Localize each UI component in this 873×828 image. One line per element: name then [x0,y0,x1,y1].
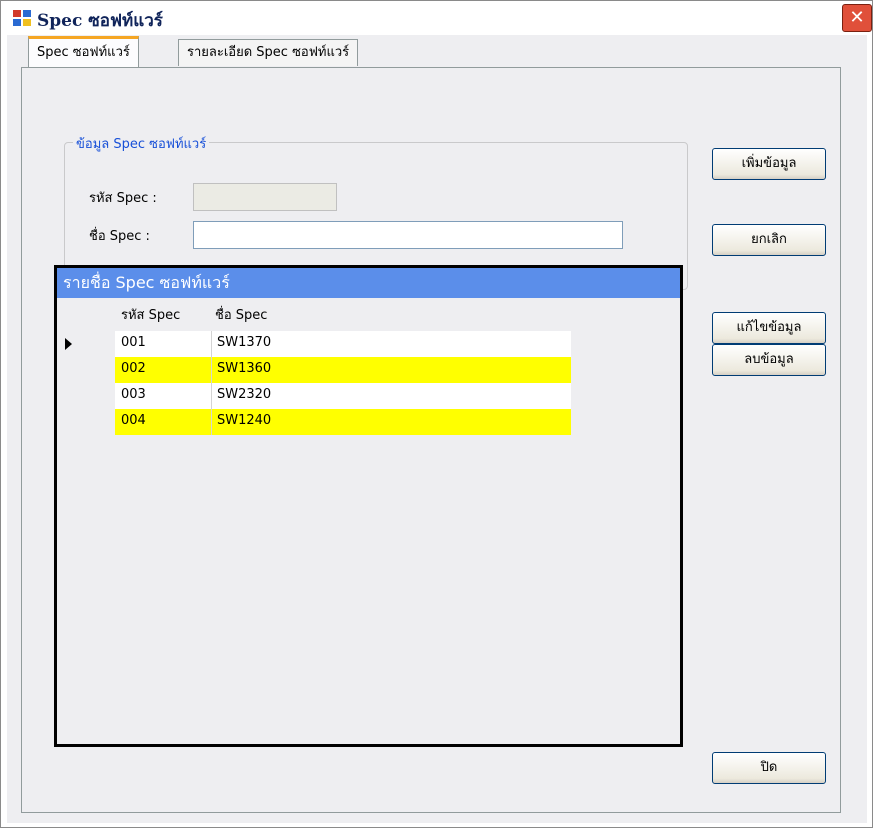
table-row[interactable]: 001 SW1370 [115,331,571,357]
spec-code-field [193,183,337,211]
close-window-button[interactable]: ✕ [842,4,872,32]
close-icon: ✕ [849,7,865,28]
spec-name-field[interactable] [193,221,623,249]
row-name-cell: SW1240 [217,413,272,428]
add-button[interactable]: เพิ่มข้อมูล [712,148,826,180]
spec-software-window: Spec ซอฟท์แวร์ ✕ Spec ซอฟท์แวร์ รายละเอี… [0,0,873,828]
tab-spec-software-details[interactable]: รายละเอียด Spec ซอฟท์แวร์ [178,39,359,66]
column-header-name[interactable]: ชื่อ Spec [215,304,267,325]
row-name-cell: SW2320 [217,387,272,402]
table-row[interactable]: 003 SW2320 [115,383,571,409]
spec-name-label: ชื่อ Spec : [89,229,150,244]
row-code-cell: 003 [121,387,146,402]
spec-code-label: รหัส Spec : [89,191,157,206]
spec-list-grid[interactable]: รายชื่อ Spec ซอฟท์แวร์ รหัส Spec ชื่อ Sp… [54,265,683,747]
row-code-cell: 002 [121,361,146,376]
grid-caption: รายชื่อ Spec ซอฟท์แวร์ [57,268,680,298]
cell-divider [211,331,212,357]
tab-spec-software[interactable]: Spec ซอฟท์แวร์ [28,36,139,67]
row-code-cell: 001 [121,335,146,350]
cancel-button[interactable]: ยกเลิก [712,224,826,256]
table-row[interactable]: 002 SW1360 [115,357,571,383]
row-name-cell: SW1370 [217,335,272,350]
delete-button[interactable]: ลบข้อมูล [712,344,826,376]
edit-button[interactable]: แก้ไขข้อมูล [712,312,826,344]
cell-divider [211,357,212,383]
window-title: Spec ซอฟท์แวร์ [37,11,163,31]
row-name-cell: SW1360 [217,361,272,376]
title-bar[interactable]: Spec ซอฟท์แวร์ ✕ [1,1,872,33]
row-code-cell: 004 [121,413,146,428]
grid-header: รหัส Spec ชื่อ Spec [57,304,680,326]
close-button[interactable]: ปิด [712,752,826,784]
app-icon [13,10,31,26]
groupbox-legend: ข้อมูล Spec ซอฟท์แวร์ [73,133,210,154]
table-row[interactable]: 004 SW1240 [115,409,571,435]
cell-divider [211,383,212,409]
cell-divider [211,409,212,435]
column-header-code[interactable]: รหัส Spec [121,304,180,325]
current-row-pointer-icon [65,338,72,350]
